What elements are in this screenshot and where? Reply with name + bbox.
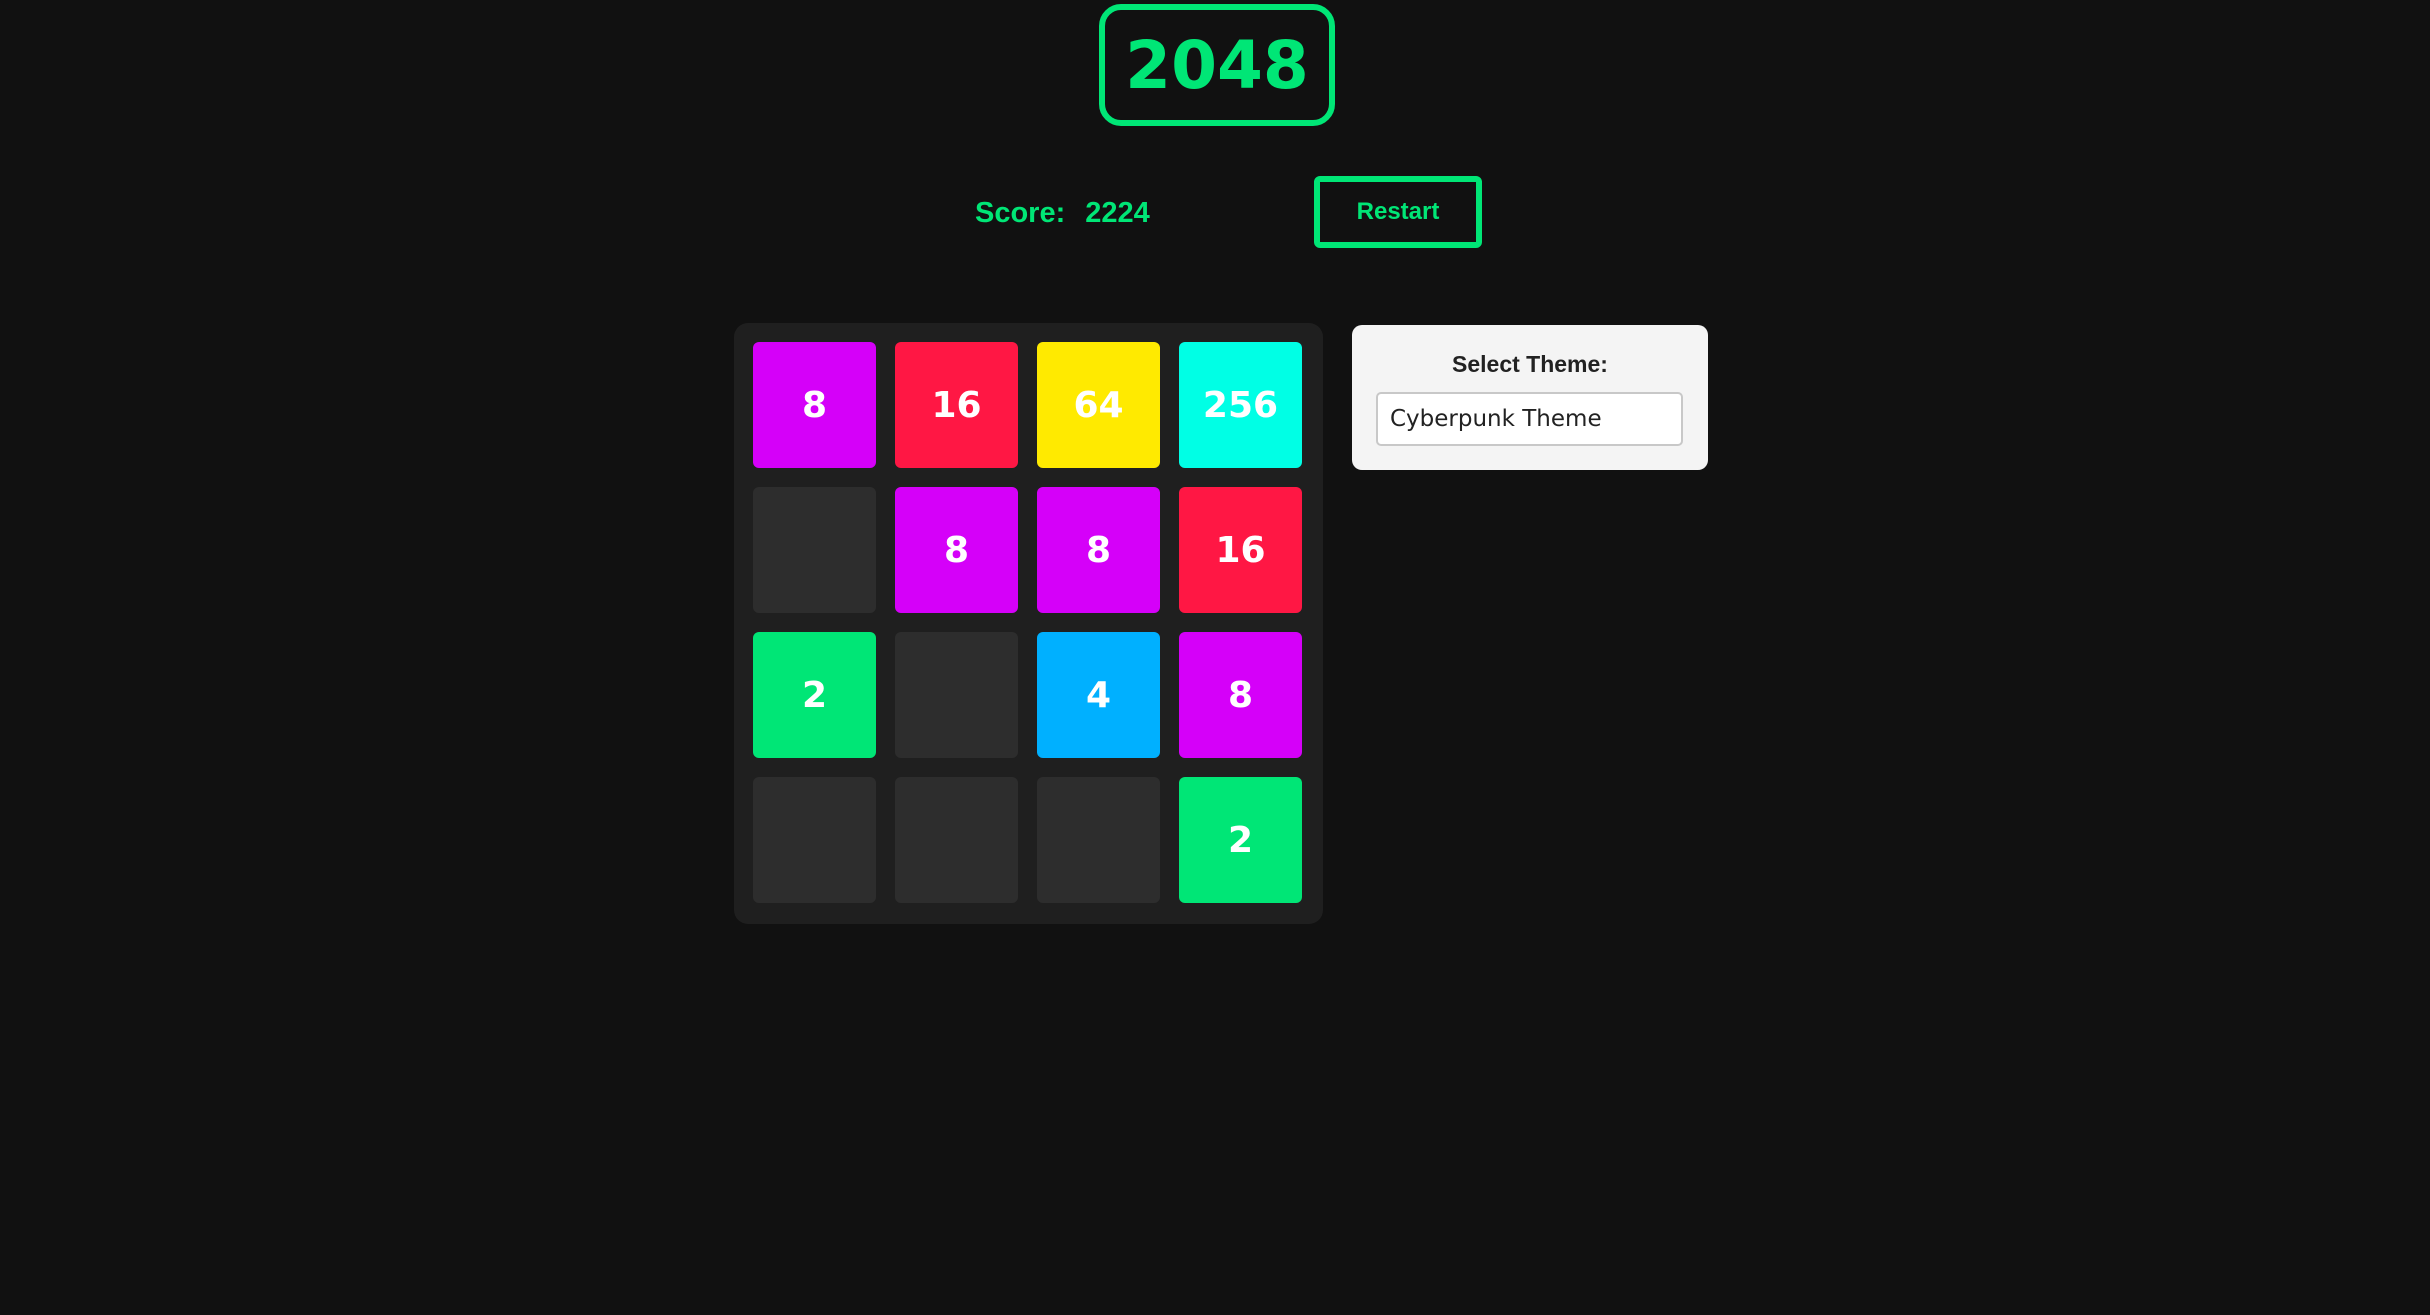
empty-cell: [895, 632, 1018, 758]
game-board: 8 16 64 256 8 8 16 2 4 8 2: [734, 323, 1323, 924]
theme-select[interactable]: Cyberpunk Theme: [1376, 392, 1683, 446]
tile-8: 8: [895, 487, 1018, 613]
game-title: 2048: [1099, 4, 1335, 126]
tile-8: 8: [1179, 632, 1302, 758]
tile-256: 256: [1179, 342, 1302, 468]
empty-cell: [895, 777, 1018, 903]
tile-16: 16: [1179, 487, 1302, 613]
tile-8: 8: [753, 342, 876, 468]
game-stage: 2048 Score: 2224 Restart 8 16 64 256 8 8 16 2 4 8…: [0, 0, 2430, 1315]
theme-panel: Select Theme: Cyberpunk Theme: [1352, 325, 1708, 470]
tile-16: 16: [895, 342, 1018, 468]
empty-cell: [753, 777, 876, 903]
score-display: Score: 2224: [975, 190, 1150, 236]
tile-2: 2: [1179, 777, 1302, 903]
tile-8: 8: [1037, 487, 1160, 613]
theme-label: Select Theme:: [1452, 351, 1608, 377]
score-label: Score:: [975, 196, 1066, 229]
empty-cell: [753, 487, 876, 613]
score-value: 2224: [1085, 196, 1150, 229]
tile-64: 64: [1037, 342, 1160, 468]
tile-4: 4: [1037, 632, 1160, 758]
empty-cell: [1037, 777, 1160, 903]
tile-2: 2: [753, 632, 876, 758]
restart-button[interactable]: Restart: [1314, 176, 1482, 248]
